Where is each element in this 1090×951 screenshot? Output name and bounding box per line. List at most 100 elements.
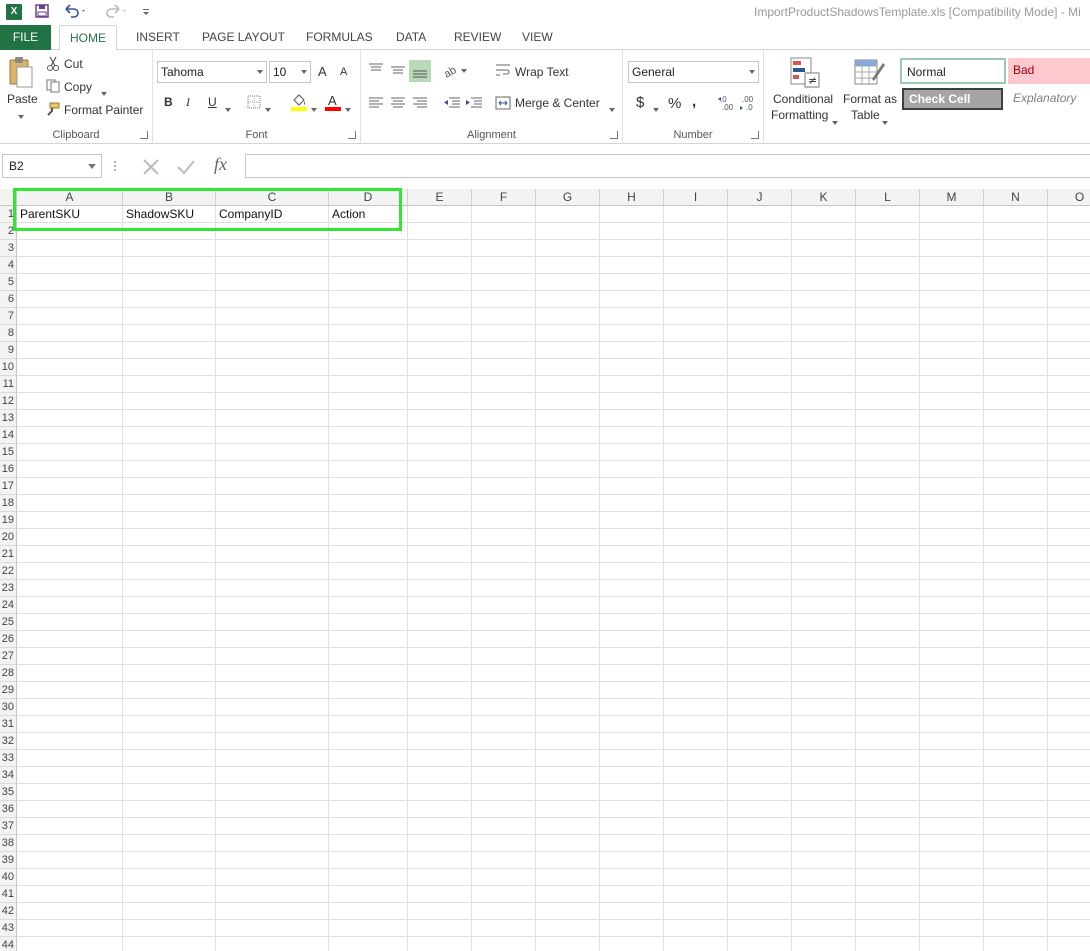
cell-j9[interactable] bbox=[728, 342, 792, 359]
cell-g18[interactable] bbox=[536, 495, 600, 512]
cell-b11[interactable] bbox=[123, 376, 216, 393]
cell-a6[interactable] bbox=[17, 291, 123, 308]
cell-l29[interactable] bbox=[856, 682, 920, 699]
cell-g3[interactable] bbox=[536, 240, 600, 257]
cell-o22[interactable] bbox=[1048, 563, 1090, 580]
cell-g27[interactable] bbox=[536, 648, 600, 665]
cell-j20[interactable] bbox=[728, 529, 792, 546]
cell-h11[interactable] bbox=[600, 376, 664, 393]
cell-n12[interactable] bbox=[984, 393, 1048, 410]
style-normal[interactable]: Normal bbox=[900, 58, 1006, 84]
cell-o29[interactable] bbox=[1048, 682, 1090, 699]
cell-e26[interactable] bbox=[408, 631, 472, 648]
cell-o40[interactable] bbox=[1048, 869, 1090, 886]
cell-h6[interactable] bbox=[600, 291, 664, 308]
cell-b30[interactable] bbox=[123, 699, 216, 716]
cell-m13[interactable] bbox=[920, 410, 984, 427]
cell-g44[interactable] bbox=[536, 937, 600, 951]
cell-c16[interactable] bbox=[216, 461, 329, 478]
cell-c15[interactable] bbox=[216, 444, 329, 461]
redo-icon[interactable] bbox=[103, 3, 129, 21]
tab-view[interactable]: VIEW bbox=[512, 25, 563, 50]
cell-j19[interactable] bbox=[728, 512, 792, 529]
cell-e12[interactable] bbox=[408, 393, 472, 410]
cell-m18[interactable] bbox=[920, 495, 984, 512]
cell-c18[interactable] bbox=[216, 495, 329, 512]
insert-function-button[interactable]: fx bbox=[214, 154, 227, 175]
cell-n8[interactable] bbox=[984, 325, 1048, 342]
cell-l9[interactable] bbox=[856, 342, 920, 359]
cell-n33[interactable] bbox=[984, 750, 1048, 767]
cell-i8[interactable] bbox=[664, 325, 728, 342]
cell-n23[interactable] bbox=[984, 580, 1048, 597]
cell-k30[interactable] bbox=[792, 699, 856, 716]
cell-d5[interactable] bbox=[329, 274, 408, 291]
cell-c39[interactable] bbox=[216, 852, 329, 869]
cell-k32[interactable] bbox=[792, 733, 856, 750]
cell-n32[interactable] bbox=[984, 733, 1048, 750]
row-header[interactable]: 43 bbox=[0, 920, 17, 937]
cell-d15[interactable] bbox=[329, 444, 408, 461]
cell-d33[interactable] bbox=[329, 750, 408, 767]
cell-d29[interactable] bbox=[329, 682, 408, 699]
cell-b20[interactable] bbox=[123, 529, 216, 546]
cell-g40[interactable] bbox=[536, 869, 600, 886]
row-header[interactable]: 32 bbox=[0, 733, 17, 750]
cell-a38[interactable] bbox=[17, 835, 123, 852]
cell-e7[interactable] bbox=[408, 308, 472, 325]
cell-i27[interactable] bbox=[664, 648, 728, 665]
cell-o24[interactable] bbox=[1048, 597, 1090, 614]
cell-k19[interactable] bbox=[792, 512, 856, 529]
cell-b22[interactable] bbox=[123, 563, 216, 580]
cell-m27[interactable] bbox=[920, 648, 984, 665]
cell-c30[interactable] bbox=[216, 699, 329, 716]
cell-a9[interactable] bbox=[17, 342, 123, 359]
cell-e4[interactable] bbox=[408, 257, 472, 274]
cell-a17[interactable] bbox=[17, 478, 123, 495]
cell-j27[interactable] bbox=[728, 648, 792, 665]
cell-f17[interactable] bbox=[472, 478, 536, 495]
column-header-c[interactable]: C bbox=[216, 189, 329, 206]
cell-i6[interactable] bbox=[664, 291, 728, 308]
cell-n16[interactable] bbox=[984, 461, 1048, 478]
cell-c20[interactable] bbox=[216, 529, 329, 546]
cell-f29[interactable] bbox=[472, 682, 536, 699]
cell-g6[interactable] bbox=[536, 291, 600, 308]
cell-o18[interactable] bbox=[1048, 495, 1090, 512]
cell-l27[interactable] bbox=[856, 648, 920, 665]
cell-h37[interactable] bbox=[600, 818, 664, 835]
cell-e13[interactable] bbox=[408, 410, 472, 427]
cell-j11[interactable] bbox=[728, 376, 792, 393]
cell-c34[interactable] bbox=[216, 767, 329, 784]
underline-dropdown-icon[interactable] bbox=[225, 101, 231, 115]
cell-n13[interactable] bbox=[984, 410, 1048, 427]
cell-b10[interactable] bbox=[123, 359, 216, 376]
cell-a13[interactable] bbox=[17, 410, 123, 427]
style-bad[interactable]: Bad bbox=[1008, 58, 1090, 84]
cell-j32[interactable] bbox=[728, 733, 792, 750]
cell-l14[interactable] bbox=[856, 427, 920, 444]
cell-j43[interactable] bbox=[728, 920, 792, 937]
row-header[interactable]: 37 bbox=[0, 818, 17, 835]
cell-l34[interactable] bbox=[856, 767, 920, 784]
cell-g14[interactable] bbox=[536, 427, 600, 444]
cell-f19[interactable] bbox=[472, 512, 536, 529]
cell-g15[interactable] bbox=[536, 444, 600, 461]
cell-e2[interactable] bbox=[408, 223, 472, 240]
row-header[interactable]: 6 bbox=[0, 291, 17, 308]
cell-f3[interactable] bbox=[472, 240, 536, 257]
font-launcher-icon[interactable] bbox=[348, 131, 356, 139]
cell-e1[interactable] bbox=[408, 206, 472, 223]
cell-e34[interactable] bbox=[408, 767, 472, 784]
cell-h13[interactable] bbox=[600, 410, 664, 427]
cell-h12[interactable] bbox=[600, 393, 664, 410]
cell-n42[interactable] bbox=[984, 903, 1048, 920]
cell-b14[interactable] bbox=[123, 427, 216, 444]
cell-j16[interactable] bbox=[728, 461, 792, 478]
row-header[interactable]: 17 bbox=[0, 478, 17, 495]
column-header-j[interactable]: J bbox=[728, 189, 792, 206]
cell-l4[interactable] bbox=[856, 257, 920, 274]
cell-h23[interactable] bbox=[600, 580, 664, 597]
cell-d44[interactable] bbox=[329, 937, 408, 951]
cell-g13[interactable] bbox=[536, 410, 600, 427]
